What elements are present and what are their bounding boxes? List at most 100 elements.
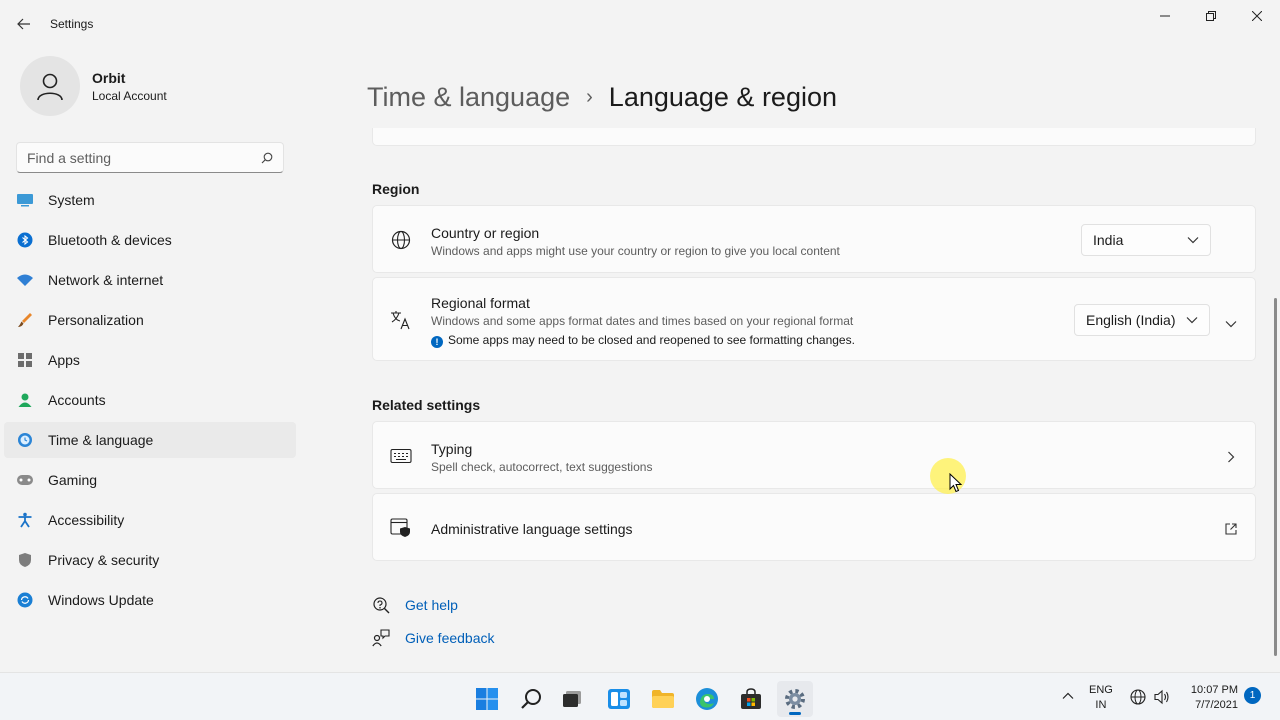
sidebar-item-label: Apps: [48, 352, 80, 368]
bluetooth-icon: [16, 231, 34, 249]
sidebar-item-windows-update[interactable]: Windows Update: [4, 582, 296, 618]
system-icon: [16, 191, 34, 209]
chevron-right-icon: [1227, 450, 1235, 468]
show-hidden-icons-button[interactable]: [1062, 689, 1074, 703]
formatting-notice-text: Some apps may need to be closed and reop…: [448, 333, 855, 347]
breadcrumb-separator: ›: [586, 85, 593, 108]
info-icon: !: [431, 336, 443, 348]
folder-icon: [652, 690, 674, 708]
clock[interactable]: 10:07 PM 7/7/2021: [1184, 683, 1238, 713]
sidebar-nav: System Bluetooth & devices Network & int…: [4, 182, 296, 622]
scrollbar-thumb[interactable]: [1274, 298, 1277, 656]
search-input[interactable]: [27, 149, 261, 166]
restore-button[interactable]: [1188, 0, 1234, 32]
related-settings-title: Related settings: [372, 397, 481, 413]
update-icon: [16, 591, 34, 609]
language-code: ENG: [1089, 684, 1113, 696]
chevron-up-icon: [1062, 692, 1074, 699]
expand-chevron-icon[interactable]: [1225, 315, 1237, 333]
widgets-button[interactable]: [601, 681, 637, 717]
breadcrumb-parent-link[interactable]: Time & language: [367, 82, 570, 113]
sidebar-item-network[interactable]: Network & internet: [4, 262, 296, 298]
widgets-icon: [608, 689, 630, 709]
sidebar-item-label: Time & language: [48, 432, 154, 448]
formatting-notice: ! Some apps may need to be closed and reo…: [431, 333, 855, 348]
region-code: IN: [1095, 699, 1107, 711]
store-button[interactable]: [733, 681, 769, 717]
sidebar-item-accessibility[interactable]: Accessibility: [4, 502, 296, 538]
country-region-dropdown[interactable]: India: [1081, 224, 1211, 256]
close-icon: [1252, 11, 1262, 21]
sidebar-item-accounts[interactable]: Accounts: [4, 382, 296, 418]
edge-icon: [696, 688, 718, 710]
sidebar-item-label: Privacy & security: [48, 552, 160, 568]
page-title: Language & region: [608, 81, 837, 112]
language-format-icon: [390, 309, 412, 331]
minimize-icon: [1160, 15, 1170, 17]
sidebar-item-label: Network & internet: [48, 272, 164, 288]
sidebar-item-personalization[interactable]: Personalization: [4, 302, 296, 338]
mouse-cursor-icon: [949, 473, 962, 493]
wifi-icon: [16, 271, 34, 289]
give-feedback-label[interactable]: Give feedback: [405, 630, 495, 646]
sidebar-item-bluetooth[interactable]: Bluetooth & devices: [4, 222, 296, 258]
feedback-icon: [372, 629, 390, 647]
windows-logo-icon: [476, 688, 498, 710]
search-box[interactable]: [16, 142, 284, 173]
breadcrumb: Time & language › Language & region: [367, 80, 837, 114]
person-icon: [16, 391, 34, 409]
sidebar-item-label: Personalization: [48, 312, 144, 328]
profile-name: Orbit: [92, 69, 126, 86]
typing-card[interactable]: Typing Spell check, autocorrect, text su…: [372, 421, 1256, 489]
task-view-button[interactable]: [554, 681, 590, 717]
keyboard-icon: [390, 445, 412, 467]
taskbar: ENG IN 10:07 PM 7/7/2021 1: [0, 672, 1280, 720]
typing-description: Spell check, autocorrect, text suggestio…: [431, 460, 653, 474]
sidebar-item-system[interactable]: System: [4, 182, 296, 218]
start-button[interactable]: [469, 681, 505, 717]
person-avatar-icon: [37, 73, 63, 101]
taskbar-search-button[interactable]: [513, 681, 549, 717]
get-help-label[interactable]: Get help: [405, 597, 458, 613]
clock-date: 7/7/2021: [1195, 699, 1238, 711]
active-app-indicator: [789, 712, 801, 715]
sidebar-item-apps[interactable]: Apps: [4, 342, 296, 378]
admin-language-card[interactable]: Administrative language settings: [372, 493, 1256, 561]
regional-format-card[interactable]: Regional format Windows and some apps fo…: [372, 277, 1256, 361]
regional-format-value: English (India): [1086, 312, 1176, 328]
app-title: Settings: [50, 17, 94, 31]
back-button[interactable]: [10, 10, 38, 38]
sidebar-item-label: Accessibility: [48, 512, 125, 528]
clock-time: 10:07 PM: [1190, 684, 1238, 696]
settings-taskbar-button[interactable]: [777, 681, 813, 717]
give-feedback-link[interactable]: Give feedback: [372, 629, 495, 647]
avatar: [20, 56, 80, 116]
network-globe-icon[interactable]: [1130, 689, 1146, 710]
accessibility-icon: [16, 511, 34, 529]
input-language-indicator[interactable]: ENG IN: [1089, 683, 1113, 713]
get-help-link[interactable]: Get help: [372, 596, 458, 614]
sidebar-item-gaming[interactable]: Gaming: [4, 462, 296, 498]
sidebar-item-label: Bluetooth & devices: [48, 232, 172, 248]
task-view-icon: [563, 691, 581, 707]
notification-badge[interactable]: 1: [1244, 687, 1261, 704]
close-button[interactable]: [1234, 0, 1280, 32]
sidebar-item-time-language[interactable]: Time & language: [4, 422, 296, 458]
help-person-icon: [373, 597, 390, 614]
search-icon[interactable]: [261, 152, 273, 164]
apps-icon: [16, 351, 34, 369]
external-link-icon: [1225, 522, 1237, 540]
shield-icon: [16, 551, 34, 569]
regional-format-dropdown[interactable]: English (India): [1074, 304, 1210, 336]
sidebar-item-privacy[interactable]: Privacy & security: [4, 542, 296, 578]
file-explorer-button[interactable]: [645, 681, 681, 717]
sidebar-item-label: System: [48, 192, 95, 208]
minimize-button[interactable]: [1142, 0, 1188, 32]
regional-format-title: Regional format: [431, 295, 530, 311]
user-profile[interactable]: Orbit Local Account: [20, 56, 167, 116]
profile-account-type: Local Account: [92, 88, 167, 103]
regional-format-description: Windows and some apps format dates and t…: [431, 314, 854, 328]
back-arrow-icon: [17, 18, 30, 30]
volume-icon[interactable]: [1154, 689, 1170, 710]
edge-browser-button[interactable]: [689, 681, 725, 717]
